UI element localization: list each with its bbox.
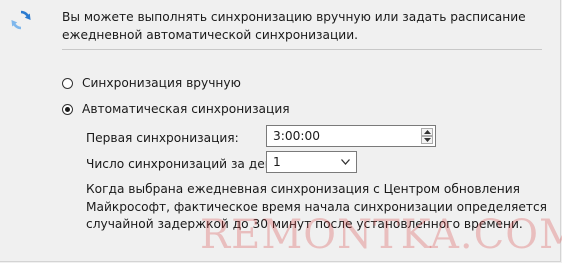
sync-count-select[interactable]: 1: [266, 151, 357, 173]
first-sync-label: Первая синхронизация:: [86, 131, 239, 145]
radio-auto-circle[interactable]: [62, 103, 73, 115]
spin-up-button[interactable]: [421, 128, 433, 136]
radio-auto-label: Автоматическая синхронизация: [82, 102, 290, 116]
first-sync-time-value: 3:00:00: [273, 129, 320, 143]
radio-auto-sync[interactable]: Автоматическая синхронизация: [62, 102, 290, 116]
divider: [62, 49, 542, 50]
radio-manual-sync[interactable]: Синхронизация вручную: [62, 76, 241, 90]
sync-delay-description: Когда выбрана ежедневная синхронизация с…: [86, 182, 547, 231]
chevron-down-icon: [423, 138, 431, 142]
radio-manual-label: Синхронизация вручную: [82, 76, 241, 90]
chevron-up-icon: [423, 130, 431, 134]
sync-schedule-pane: Вы можете выполнять синхронизацию вручну…: [0, 0, 562, 262]
first-sync-time-input[interactable]: 3:00:00: [266, 125, 436, 147]
sync-count-label: Число синхронизаций за день:: [86, 157, 284, 171]
radio-manual-circle[interactable]: [62, 77, 73, 89]
chevron-down-icon: [341, 159, 350, 165]
header-description: Вы можете выполнять синхронизацию вручну…: [62, 10, 526, 42]
sync-count-value: 1: [273, 155, 281, 169]
spin-down-button[interactable]: [421, 136, 433, 144]
sync-icon: [11, 10, 31, 30]
